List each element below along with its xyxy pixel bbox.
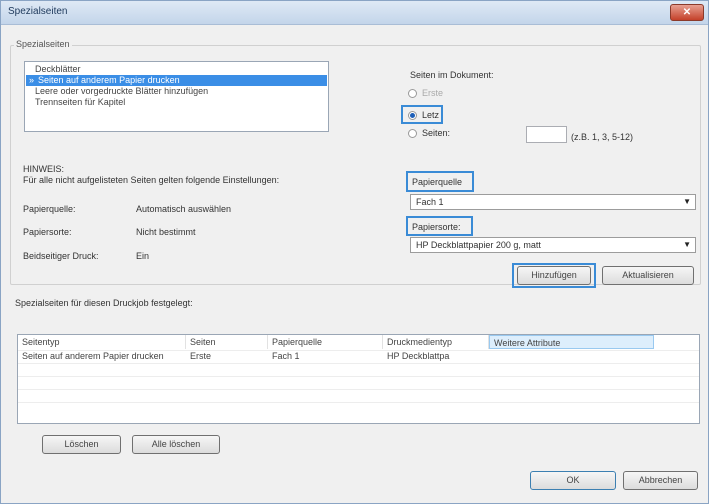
table-caption: Spezialseiten für diesen Druckjob festge… xyxy=(15,298,193,308)
radio-first-label: Erste xyxy=(422,88,444,98)
paper-source-select[interactable]: Fach 1 ▼ xyxy=(410,194,696,210)
close-button[interactable]: ✕ xyxy=(670,4,704,21)
paper-source-label: Papierquelle xyxy=(412,177,463,187)
pages-in-document-label: Seiten im Dokument: xyxy=(410,70,494,80)
row-divider xyxy=(18,363,699,364)
special-pages-group-label: Spezialseiten xyxy=(14,39,72,49)
list-item[interactable]: Deckblätter xyxy=(26,64,327,75)
table-header-pages[interactable]: Seiten xyxy=(186,335,268,349)
special-pages-table[interactable]: Seitentyp Seiten Papierquelle Druckmedie… xyxy=(17,334,700,424)
cancel-button[interactable]: Abbrechen xyxy=(623,471,698,490)
selected-marker-icon: » xyxy=(29,75,35,85)
table-header-paper-source[interactable]: Papierquelle xyxy=(268,335,383,349)
window-title: Spezialseiten xyxy=(8,6,68,17)
radio-pages-label: Seiten: xyxy=(422,128,451,138)
row-divider xyxy=(18,376,699,377)
note-label-source: Papierquelle: xyxy=(23,204,76,214)
radio-pages[interactable] xyxy=(408,129,417,138)
paper-type-label: Papiersorte: xyxy=(412,222,461,232)
list-item[interactable]: Trennseiten für Kapitel xyxy=(26,97,327,108)
delete-button[interactable]: Löschen xyxy=(42,435,121,454)
row-divider xyxy=(18,389,699,390)
paper-type-select[interactable]: HP Deckblattpapier 200 g, matt ▼ xyxy=(410,237,696,253)
title-bar: Spezialseiten ✕ xyxy=(1,1,708,25)
table-cell[interactable]: HP Deckblattpa xyxy=(383,350,449,362)
table-header-page-type[interactable]: Seitentyp xyxy=(18,335,186,349)
note-title: HINWEIS: xyxy=(23,164,65,174)
dialog-window: Spezialseiten ✕ Spezialseiten Deckblätte… xyxy=(0,0,709,504)
note-value-duplex: Ein xyxy=(136,251,150,261)
row-divider xyxy=(18,402,699,403)
ok-button[interactable]: OK xyxy=(530,471,616,490)
special-pages-list[interactable]: Deckblätter » Seiten auf anderem Papier d… xyxy=(24,61,329,132)
table-header-media-type[interactable]: Druckmedientyp xyxy=(383,335,489,349)
table-header-more-attributes[interactable]: Weitere Attribute xyxy=(489,335,654,349)
note-value-source: Automatisch auswählen xyxy=(136,204,232,214)
add-button[interactable]: Hinzufügen xyxy=(517,266,591,285)
note-value-type: Nicht bestimmt xyxy=(136,227,196,237)
list-item[interactable]: Leere oder vorgedruckte Blätter hinzufüg… xyxy=(26,86,327,97)
table-cell[interactable] xyxy=(489,350,493,362)
chevron-down-icon: ▼ xyxy=(683,240,691,249)
chevron-down-icon: ▼ xyxy=(683,197,691,206)
refresh-button[interactable]: Aktualisieren xyxy=(602,266,694,285)
note-label-duplex: Beidseitiger Druck: xyxy=(23,251,99,261)
list-item-selected[interactable]: » Seiten auf anderem Papier drucken xyxy=(26,75,327,86)
pages-input[interactable] xyxy=(526,126,567,143)
note-label-type: Papiersorte: xyxy=(23,227,72,237)
delete-all-button[interactable]: Alle löschen xyxy=(132,435,220,454)
table-cell[interactable]: Erste xyxy=(186,350,211,362)
radio-first[interactable] xyxy=(408,89,417,98)
radio-last-label: Letz xyxy=(422,110,440,120)
table-cell[interactable]: Seiten auf anderem Papier drucken xyxy=(18,350,164,362)
pages-input-hint: (z.B. 1, 3, 5-12) xyxy=(571,132,634,142)
radio-last[interactable] xyxy=(408,111,417,120)
table-cell[interactable]: Fach 1 xyxy=(268,350,300,362)
close-icon: ✕ xyxy=(682,7,692,18)
note-text: Für alle nicht aufgelisteten Seiten gelt… xyxy=(23,175,280,185)
